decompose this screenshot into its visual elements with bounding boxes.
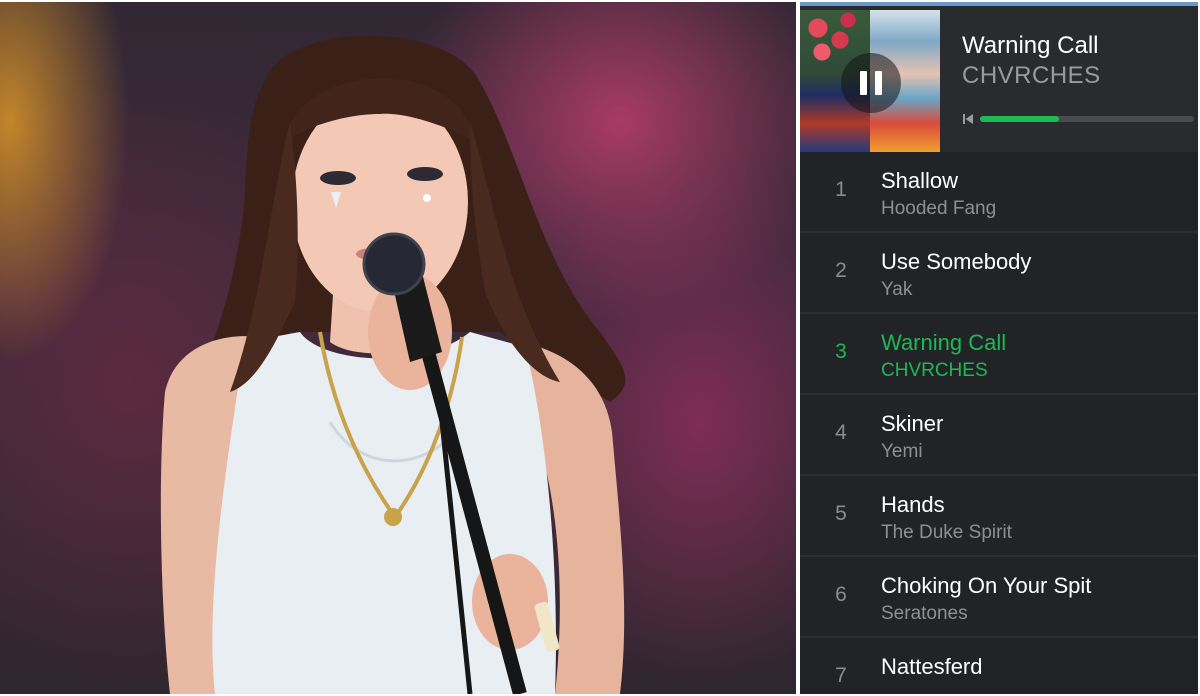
track-title: Use Somebody [881, 249, 1032, 274]
track-number: 4 [835, 421, 847, 444]
track-title: Skiner [881, 411, 944, 436]
singer-illustration [160, 35, 626, 694]
track-row[interactable]: 2 Use Somebody Yak [800, 233, 1198, 314]
track-title: Choking On Your Spit [881, 573, 1092, 598]
track-number: 3 [835, 340, 847, 363]
track-number: 2 [835, 259, 847, 282]
track-artist: The Duke Spirit [881, 522, 1012, 543]
pause-button[interactable] [841, 53, 901, 113]
progress-bar[interactable] [980, 116, 1194, 122]
track-title: Hands [881, 492, 945, 517]
singer-photo [0, 2, 796, 694]
track-number: 6 [835, 583, 847, 606]
track-title: Warning Call [881, 330, 1007, 355]
music-player-panel: Warning Call CHVRCHES 1 Shallow Hooded Fan… [800, 2, 1198, 694]
track-title: Shallow [881, 168, 959, 193]
track-list: 1 Shallow Hooded Fang 2 Use Somebody Yak 3 Warn… [800, 152, 1198, 694]
track-row[interactable]: 6 Choking On Your Spit Seratones [800, 557, 1198, 638]
track-row[interactable]: 1 Shallow Hooded Fang [800, 152, 1198, 233]
track-row[interactable]: 5 Hands The Duke Spirit [800, 476, 1198, 557]
track-artist: CHVRCHES [881, 360, 988, 381]
skip-previous-icon[interactable] [962, 113, 974, 125]
now-playing-bar: Warning Call CHVRCHES [800, 6, 1198, 152]
track-title: Nattesferd [881, 654, 983, 679]
track-number: 7 [835, 664, 847, 687]
progress-fill [980, 116, 1060, 122]
track-row[interactable]: 4 Skiner Yemi [800, 395, 1198, 476]
now-playing-title: Warning Call [962, 32, 1099, 59]
track-row[interactable]: 3 Warning Call CHVRCHES [800, 314, 1198, 395]
album-art[interactable] [800, 10, 940, 152]
now-playing-artist: CHVRCHES [962, 62, 1101, 89]
track-artist: Yemi [881, 441, 923, 462]
track-artist: Yak [881, 279, 913, 300]
pause-icon-bar-left [860, 71, 867, 95]
track-row[interactable]: 7 Nattesferd [800, 638, 1198, 694]
track-artist: Seratones [881, 603, 968, 624]
track-number: 1 [835, 178, 847, 201]
track-artist: Hooded Fang [881, 198, 997, 219]
track-number: 5 [835, 502, 847, 525]
pause-icon-bar-right [875, 71, 882, 95]
